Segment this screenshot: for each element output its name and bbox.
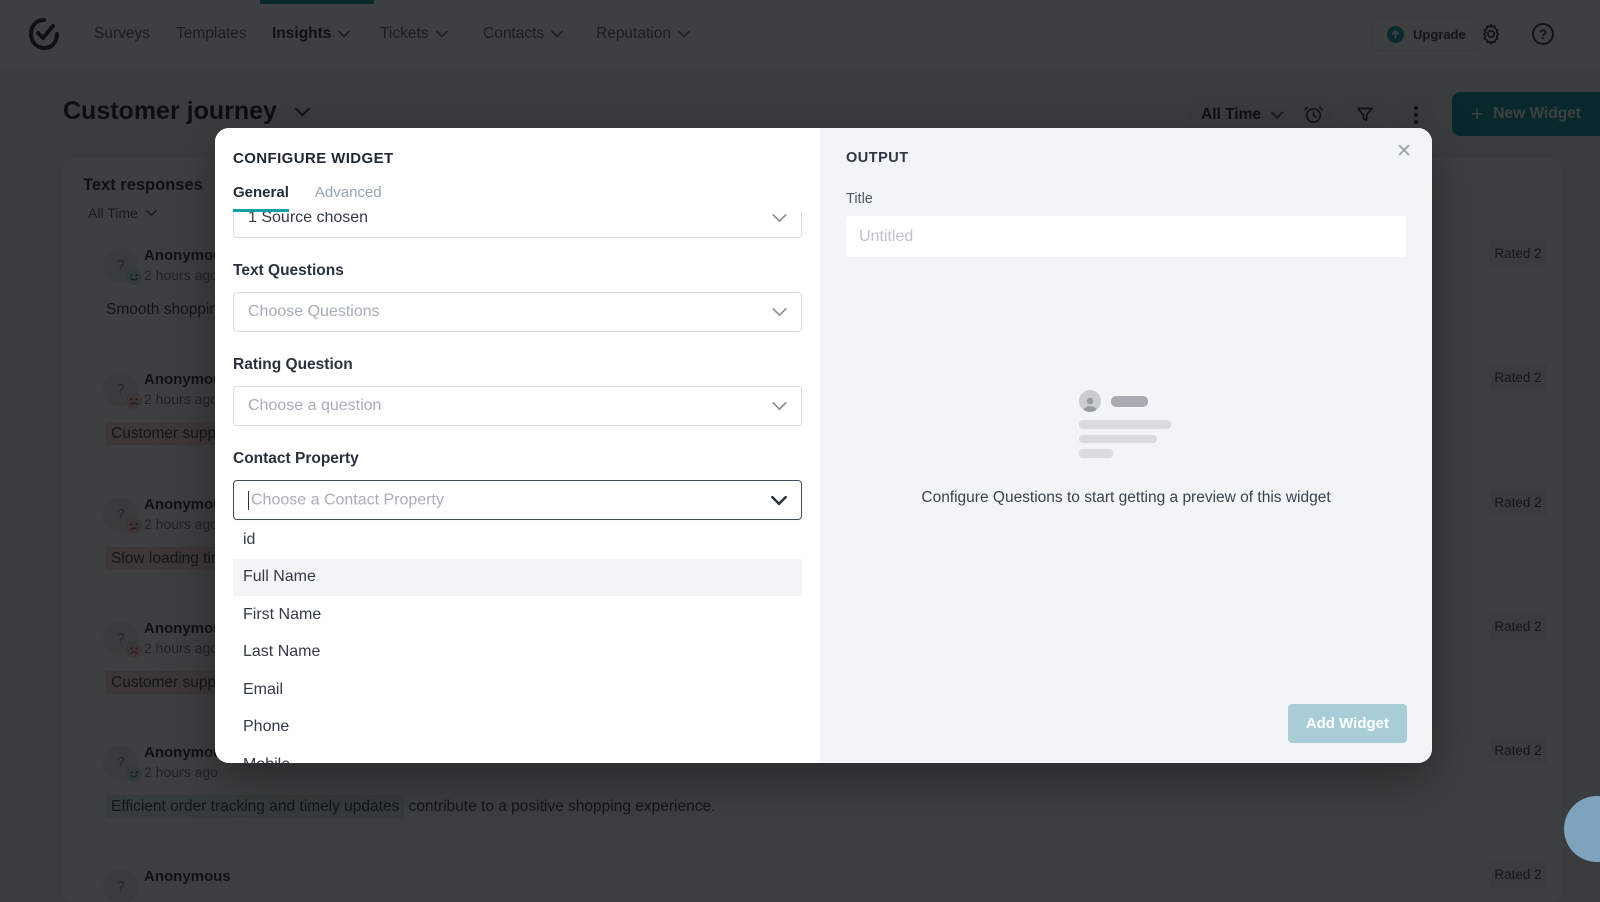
widget-title-label: Title	[846, 191, 873, 207]
person-icon	[1078, 390, 1101, 412]
text-questions-select[interactable]: Choose Questions	[233, 292, 802, 332]
screen: Surveys Templates Insights Tickets Conta…	[0, 0, 1600, 902]
tab-advanced[interactable]: Advanced	[315, 184, 382, 212]
tab-general[interactable]: General	[233, 184, 289, 212]
source-select[interactable]: 1 Source chosen	[233, 212, 802, 238]
configure-form-panel: CONFIGURE WIDGET General Advanced 1 Sour…	[215, 128, 820, 763]
contact-property-combobox[interactable]: Choose a Contact Property	[233, 480, 802, 520]
widget-title-input[interactable]	[846, 216, 1406, 257]
form-scroll-area[interactable]: 1 Source chosen Text Questions Choose Qu…	[233, 212, 802, 763]
skeleton-bar	[1078, 449, 1113, 458]
empty-state-message: Configure Questions to start getting a p…	[921, 489, 1331, 506]
modal-tabs: General Advanced	[233, 184, 802, 212]
output-title: OUTPUT	[846, 150, 909, 166]
configure-widget-modal: CONFIGURE WIDGET General Advanced 1 Sour…	[215, 128, 1432, 763]
option-last-name[interactable]: Last Name	[233, 634, 802, 672]
option-first-name[interactable]: First Name	[233, 596, 802, 634]
skeleton-bar	[1078, 420, 1171, 429]
contact-property-options-list: id Full Name First Name Last Name Email …	[233, 521, 802, 763]
modal-title: CONFIGURE WIDGET	[233, 150, 394, 167]
skeleton-bar	[1078, 435, 1157, 443]
skeleton-bar	[1110, 395, 1148, 407]
option-phone[interactable]: Phone	[233, 709, 802, 747]
close-icon[interactable]: ✕	[1396, 142, 1412, 161]
chevron-down-icon	[772, 308, 787, 317]
option-full-name[interactable]: Full Name	[233, 558, 802, 596]
option-email[interactable]: Email	[233, 671, 802, 709]
chevron-down-icon	[772, 402, 787, 411]
chevron-down-icon	[772, 214, 787, 223]
rating-question-select[interactable]: Choose a question	[233, 386, 802, 426]
widget-preview-area: Configure Questions to start getting a p…	[820, 390, 1432, 507]
text-cursor	[248, 490, 249, 510]
option-id[interactable]: id	[233, 521, 802, 559]
preview-skeleton	[1078, 390, 1174, 458]
add-widget-button[interactable]: Add Widget	[1287, 704, 1407, 743]
chevron-down-icon	[771, 495, 787, 506]
text-questions-label: Text Questions	[233, 262, 344, 279]
output-panel: OUTPUT ✕ Title Configure Questions to	[820, 128, 1432, 763]
option-mobile[interactable]: Mobile	[233, 746, 802, 763]
contact-property-label: Contact Property	[233, 450, 359, 467]
rating-question-label: Rating Question	[233, 356, 353, 373]
